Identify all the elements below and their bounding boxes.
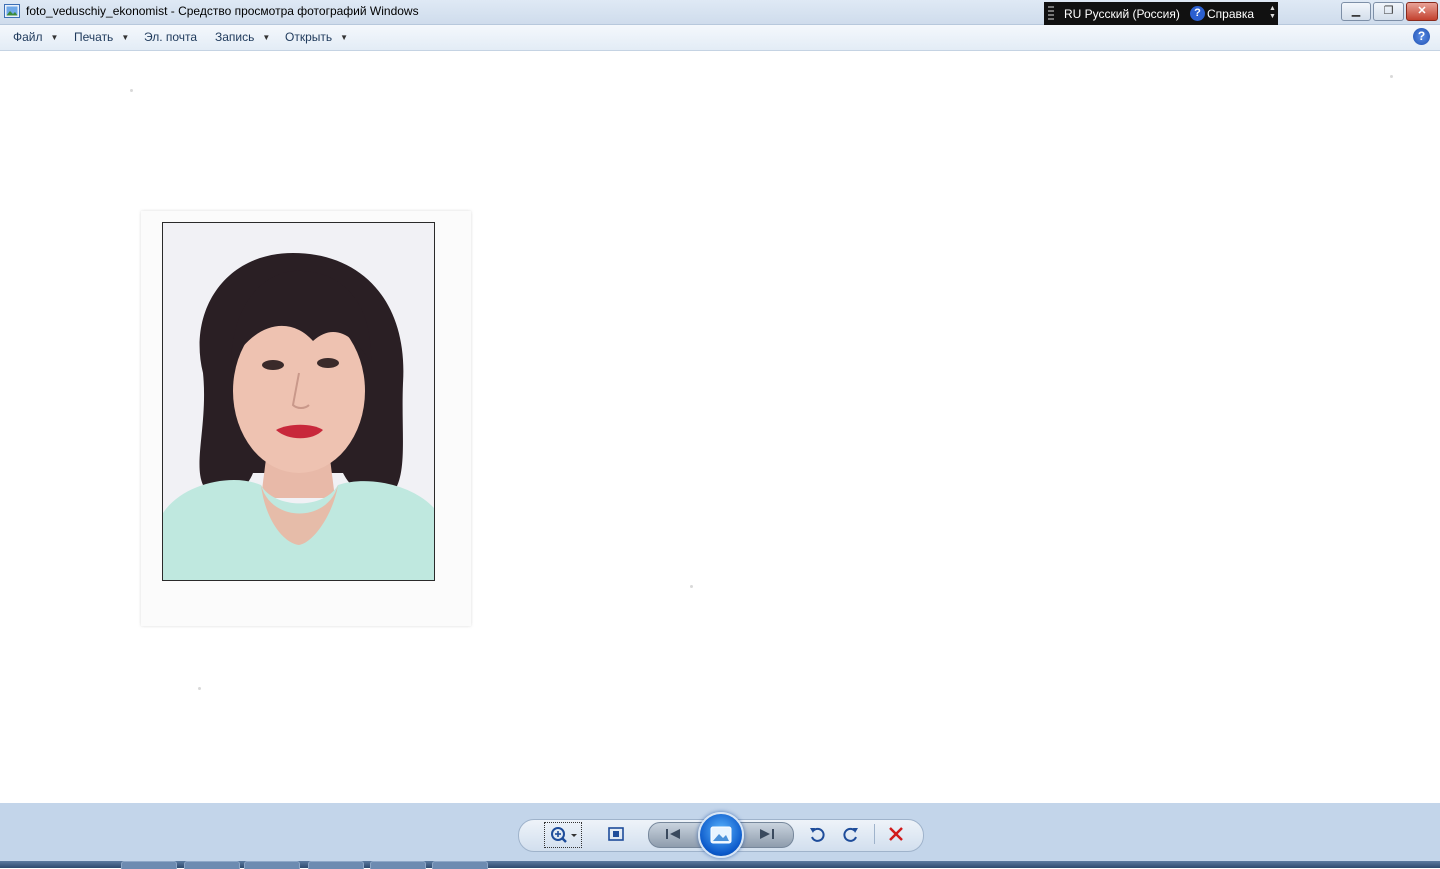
menu-file-label: Файл: [13, 30, 43, 44]
restore-icon: ❐: [1383, 5, 1394, 17]
restore-button[interactable]: ❐: [1373, 2, 1404, 21]
menu-print[interactable]: Печать ▼: [74, 30, 129, 46]
window-title: foto_veduschiy_ekonomist - Средство прос…: [26, 4, 419, 18]
scan-speck: [690, 585, 693, 588]
photo-card: [141, 211, 471, 626]
minimize-icon: ▁: [1351, 5, 1361, 17]
actual-size-icon: [608, 827, 624, 841]
slideshow-button[interactable]: [698, 812, 744, 858]
menu-burn[interactable]: Запись ▼: [215, 30, 270, 46]
delete-button[interactable]: [885, 824, 907, 844]
language-indicator[interactable]: RU Русский (Россия): [1064, 7, 1180, 21]
scan-speck: [130, 89, 133, 92]
menu-open[interactable]: Открыть ▼: [285, 30, 348, 46]
rotate-counterclockwise-icon: [810, 827, 825, 842]
language-bar-help[interactable]: Справка: [1207, 7, 1254, 21]
rotate-clockwise-icon: [843, 827, 858, 842]
scan-speck: [198, 687, 201, 690]
portrait-image: [163, 223, 434, 580]
help-icon[interactable]: ?: [1413, 28, 1430, 45]
separator: [874, 824, 875, 844]
minimize-button[interactable]: ▁: [1341, 2, 1371, 21]
chevron-down-icon: ▼: [262, 33, 271, 42]
actual-size-button[interactable]: [604, 824, 628, 844]
portrait-photo: [162, 222, 435, 581]
language-bar-options-icon[interactable]: ▲ ▼: [1269, 5, 1276, 21]
previous-icon: [666, 829, 680, 839]
language-bar[interactable]: RU Русский (Россия) ? Справка ▲ ▼: [1044, 2, 1278, 26]
zoom-icon: [551, 827, 577, 843]
photo-viewer-icon: [4, 4, 20, 18]
menu-bar: Файл ▼ Печать ▼ Эл. почта Запись ▼ Открыть ▼…: [0, 25, 1440, 51]
menu-email[interactable]: Эл. почта: [144, 30, 197, 46]
grip-handle[interactable]: [1048, 6, 1054, 22]
menu-open-label: Открыть: [285, 30, 333, 44]
image-canvas[interactable]: [0, 51, 1440, 803]
scan-speck: [1390, 75, 1393, 78]
close-button[interactable]: ✕: [1406, 2, 1438, 21]
chevron-down-icon: ▼: [121, 33, 130, 42]
next-icon: [760, 829, 774, 839]
menu-email-label: Эл. почта: [144, 30, 198, 44]
help-icon[interactable]: ?: [1190, 6, 1205, 21]
menu-file[interactable]: Файл ▼: [13, 30, 58, 46]
previous-button[interactable]: [658, 824, 688, 844]
zoom-button[interactable]: [544, 822, 582, 848]
chevron-down-icon: ▼: [340, 33, 349, 42]
rotate-clockwise-button[interactable]: [840, 824, 862, 844]
delete-icon: [889, 827, 903, 841]
menu-burn-label: Запись: [215, 30, 255, 44]
close-icon: ✕: [1417, 5, 1427, 17]
next-button[interactable]: [752, 824, 782, 844]
slideshow-icon: [710, 826, 732, 844]
rotate-counterclockwise-button[interactable]: [806, 824, 828, 844]
title-bar: foto_veduschiy_ekonomist - Средство прос…: [0, 0, 1440, 26]
menu-print-label: Печать: [74, 30, 114, 44]
chevron-down-icon: ▼: [50, 33, 59, 42]
